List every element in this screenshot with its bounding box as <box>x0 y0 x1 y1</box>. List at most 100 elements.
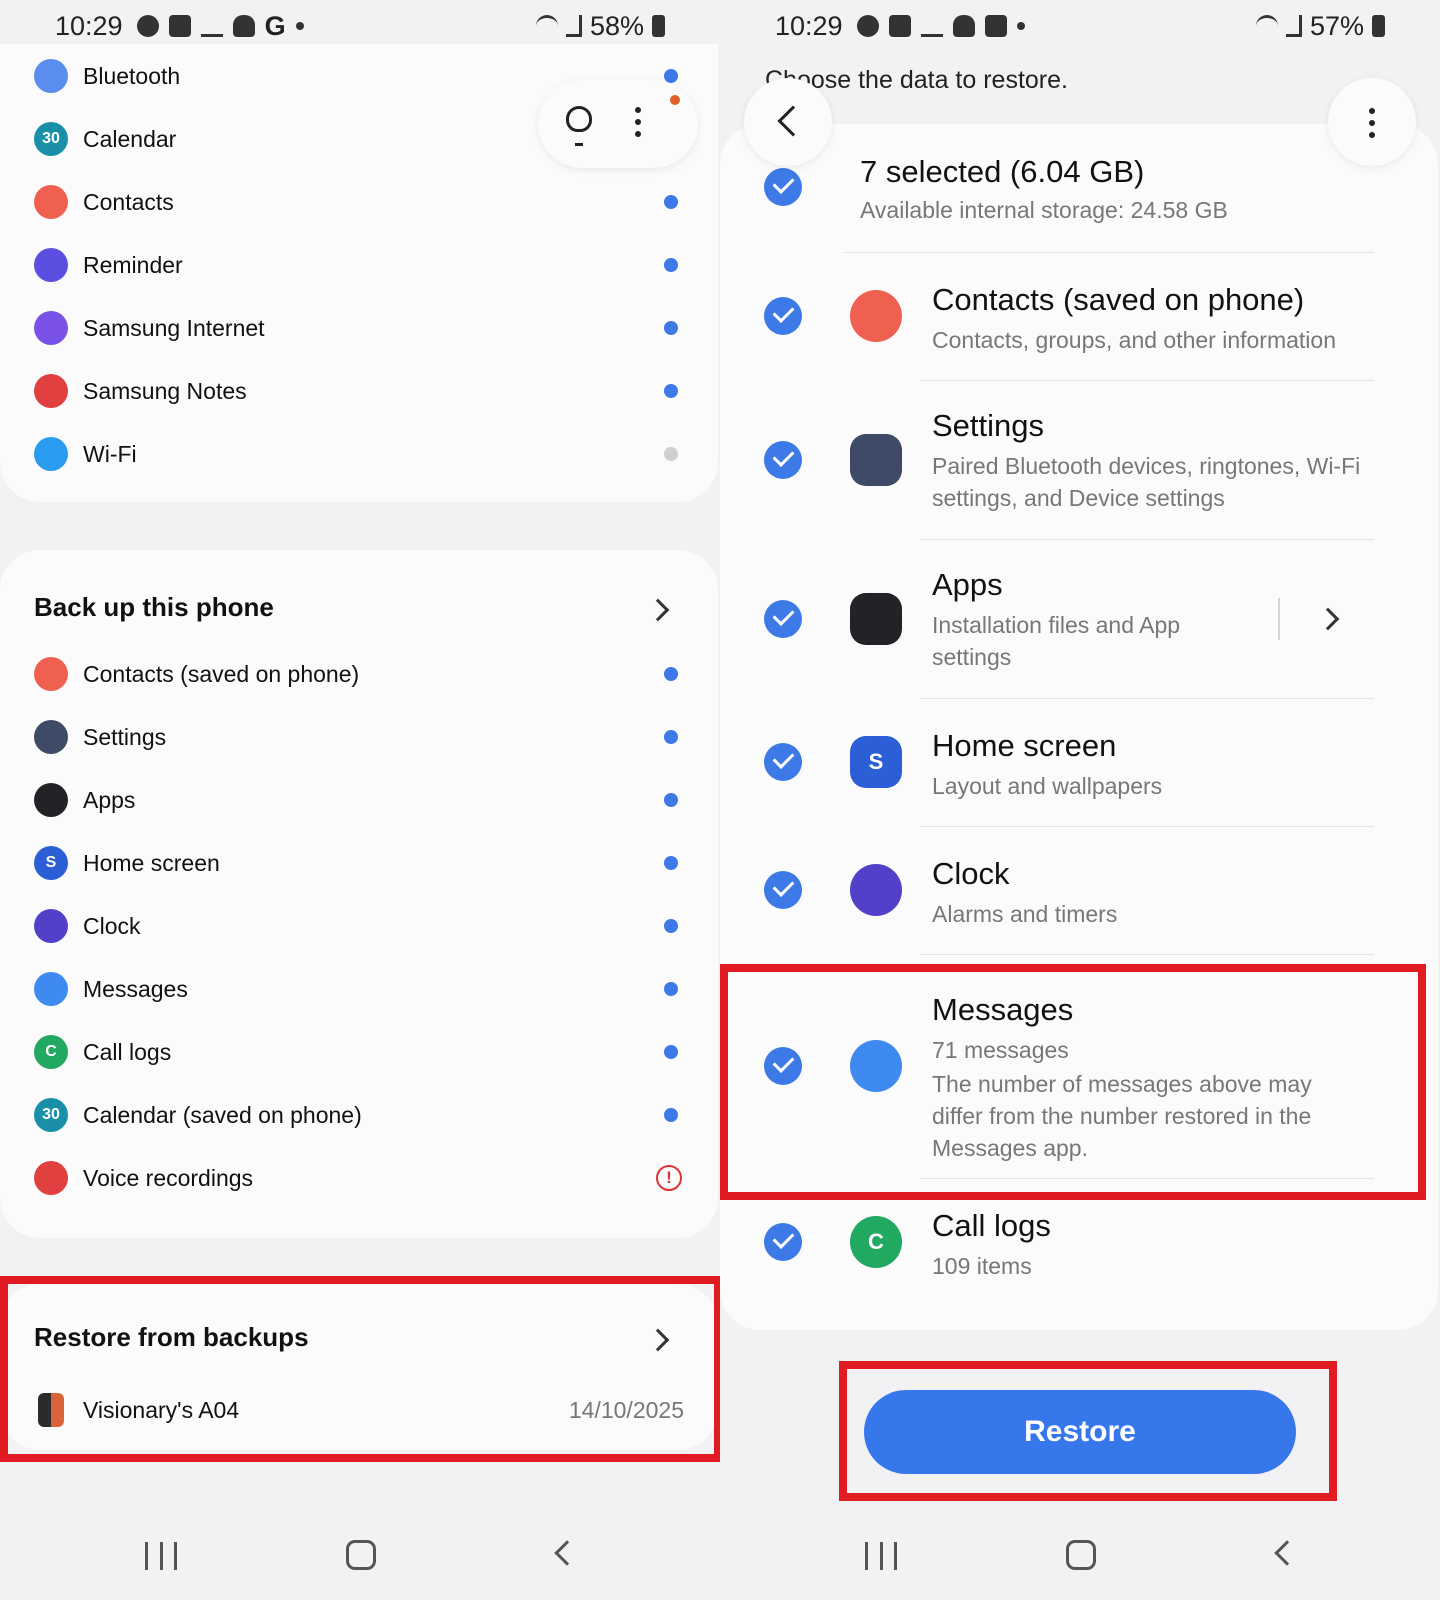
contacts-icon <box>34 657 68 691</box>
more-options-icon[interactable] <box>635 107 641 137</box>
divider <box>920 954 1374 955</box>
list-item-label: Voice recordings <box>83 1164 254 1191</box>
cell-signal-icon <box>565 15 582 37</box>
account-icon <box>136 15 159 37</box>
backed-up-dot <box>664 1108 678 1122</box>
divider <box>920 539 1374 540</box>
more-options-button[interactable] <box>1328 78 1416 166</box>
battery-icon <box>1372 15 1385 37</box>
item-checkbox[interactable] <box>764 1223 802 1261</box>
home-icon[interactable] <box>1066 1540 1096 1570</box>
list-item-label: Samsung Notes <box>83 377 247 404</box>
home-icon[interactable] <box>346 1540 376 1570</box>
navigation-bar <box>0 1520 720 1590</box>
check-notification-icon <box>888 15 911 37</box>
list-item[interactable]: C Call logs <box>0 1020 718 1084</box>
list-item[interactable]: Apps <box>0 768 718 832</box>
calendar-icon: 30 <box>34 1098 68 1132</box>
list-item[interactable]: 30 Calendar (saved on phone) <box>0 1083 718 1147</box>
list-item-label: Calendar (saved on phone) <box>83 1101 362 1128</box>
list-item-label: Call logs <box>83 1038 172 1065</box>
account-icon <box>856 15 879 37</box>
select-all-checkbox[interactable] <box>764 168 802 206</box>
backup-title[interactable]: Back up this phone <box>34 592 274 623</box>
backed-up-dot <box>664 258 678 272</box>
recent-apps-icon[interactable] <box>145 1542 177 1570</box>
list-item-label: Settings <box>83 723 167 750</box>
back-icon[interactable] <box>1274 1540 1300 1566</box>
list-item-label: Reminder <box>83 251 183 278</box>
item-title: Home screen <box>932 728 1117 763</box>
item-description: 109 items <box>932 1253 1032 1279</box>
cell-signal-icon <box>1285 15 1302 37</box>
chevron-right-icon[interactable] <box>1316 607 1340 630</box>
backed-up-dot <box>664 195 678 209</box>
reminder-icon <box>34 248 68 282</box>
highlight-box <box>720 964 1426 1200</box>
restore-panel: 10:29 57% Choose the data to restore. 7 … <box>720 0 1440 1600</box>
status-time: 10:29 <box>55 10 123 41</box>
item-description: Contacts, groups, and other information <box>932 327 1337 353</box>
item-checkbox[interactable] <box>764 440 802 479</box>
messages-icon <box>34 972 68 1006</box>
item-description: Paired Bluetooth devices, ringtones, Wi-… <box>932 453 1361 511</box>
chevron-right-icon[interactable] <box>646 598 670 622</box>
list-item-label: Apps <box>83 786 136 813</box>
clock-icon <box>34 909 68 943</box>
back-icon[interactable] <box>554 1540 580 1566</box>
list-item-label: Bluetooth <box>83 62 181 89</box>
back-button[interactable] <box>744 78 832 166</box>
cloud-icon <box>952 15 975 37</box>
restore-item[interactable]: Settings Paired Bluetooth devices, ringto… <box>720 380 1438 539</box>
backed-up-dot <box>664 321 678 335</box>
toolbar-pill <box>538 80 698 168</box>
recent-apps-icon[interactable] <box>865 1542 897 1570</box>
item-title: Apps <box>932 567 1003 602</box>
list-item[interactable]: Messages <box>0 957 718 1021</box>
backed-up-dot <box>664 919 678 933</box>
storage-info: Available internal storage: 24.58 GB <box>860 197 1228 223</box>
status-bar: 10:29 G 58% <box>0 0 720 52</box>
contacts-icon <box>34 185 68 219</box>
clock-icon <box>850 864 902 916</box>
more-notifications-icon <box>1016 22 1025 30</box>
divider <box>844 252 1374 253</box>
notification-dot <box>670 95 680 105</box>
backed-up-dot <box>664 982 678 996</box>
item-checkbox[interactable] <box>764 599 802 638</box>
list-item[interactable]: Reminder <box>0 233 718 297</box>
list-item[interactable]: Contacts (saved on phone) <box>0 642 718 706</box>
list-item[interactable]: Clock <box>0 894 718 958</box>
status-bar: 10:29 57% <box>720 0 1440 52</box>
list-item[interactable]: Settings <box>0 705 718 769</box>
list-item[interactable]: Wi-Fi <box>0 422 718 486</box>
item-checkbox[interactable] <box>764 871 802 909</box>
restore-item[interactable]: S Home screen Layout and wallpapers <box>720 698 1438 826</box>
apps-icon <box>850 592 902 645</box>
settings-icon <box>34 720 68 754</box>
restore-item[interactable]: Contacts (saved on phone) Contacts, group… <box>720 252 1438 380</box>
wifi-signal-icon <box>1255 15 1278 37</box>
divider <box>920 380 1374 381</box>
list-item[interactable]: S Home screen <box>0 831 718 895</box>
list-item[interactable]: Contacts <box>0 170 718 234</box>
highlight-box <box>0 1276 720 1462</box>
battery-percent: 58% <box>589 10 644 41</box>
item-title: Settings <box>932 408 1045 443</box>
list-item[interactable]: Samsung Notes <box>0 359 718 423</box>
item-checkbox[interactable] <box>764 743 802 781</box>
list-item[interactable]: Voice recordings! <box>0 1146 718 1210</box>
weather-icon <box>920 15 943 37</box>
home-screen-icon: S <box>34 846 68 880</box>
restore-item[interactable]: Apps Installation files and App settings <box>720 539 1438 698</box>
list-item-label: Calendar <box>83 125 177 152</box>
list-item-label: Home screen <box>83 849 220 876</box>
restore-item[interactable]: Clock Alarms and timers <box>720 826 1438 954</box>
tips-icon[interactable] <box>566 106 592 146</box>
navigation-bar <box>720 1520 1440 1590</box>
item-checkbox[interactable] <box>764 297 802 335</box>
apps-icon <box>34 783 68 817</box>
list-item[interactable]: Samsung Internet <box>0 296 718 360</box>
more-options-icon <box>1369 108 1375 138</box>
inactive-dot <box>664 447 678 461</box>
